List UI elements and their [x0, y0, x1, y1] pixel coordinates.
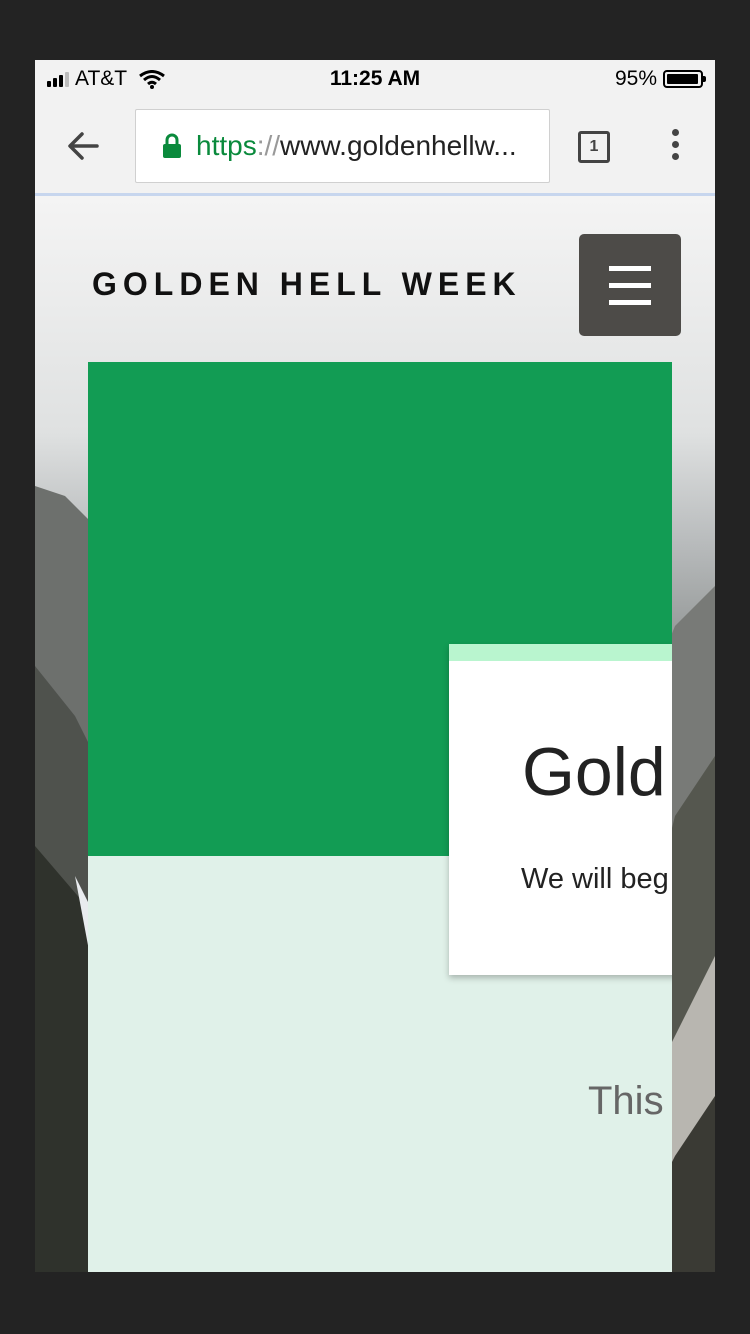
main-content: Gold We will beg This	[88, 362, 672, 1272]
browser-toolbar: https://www.goldenhellw... 1	[35, 98, 715, 196]
url-scheme: https	[196, 130, 257, 161]
back-arrow-icon[interactable]	[63, 126, 103, 166]
lock-icon	[163, 133, 181, 158]
status-bar: AT&T 11:25 AM 95%	[35, 60, 715, 98]
tabs-icon[interactable]: 1	[578, 131, 610, 163]
url-text: https://www.goldenhellw...	[196, 130, 517, 162]
battery-group: 95%	[614, 67, 706, 91]
url-host: www.goldenhellw...	[280, 130, 517, 161]
url-separator: ://	[256, 130, 281, 161]
clock: 11:25 AM	[329, 67, 421, 90]
site-header: GOLDEN HELL WEEK	[35, 196, 715, 362]
battery-icon	[663, 70, 706, 88]
overflow-menu-icon[interactable]	[669, 129, 681, 165]
battery-percent: 95%	[614, 67, 657, 90]
section-text: This	[588, 1079, 664, 1123]
hero-card-title: Gold	[522, 734, 666, 810]
hamburger-icon[interactable]	[579, 234, 681, 336]
site-title[interactable]: GOLDEN HELL WEEK	[92, 266, 522, 303]
address-bar[interactable]: https://www.goldenhellw...	[135, 109, 550, 183]
web-page[interactable]: GOLDEN HELL WEEK Gold We will beg This	[35, 196, 715, 1272]
hero-card-subtitle: We will beg	[521, 863, 669, 895]
phone-screen: AT&T 11:25 AM 95% https://www.goldenhell…	[35, 60, 715, 1272]
hero-card: Gold We will beg	[449, 644, 672, 975]
